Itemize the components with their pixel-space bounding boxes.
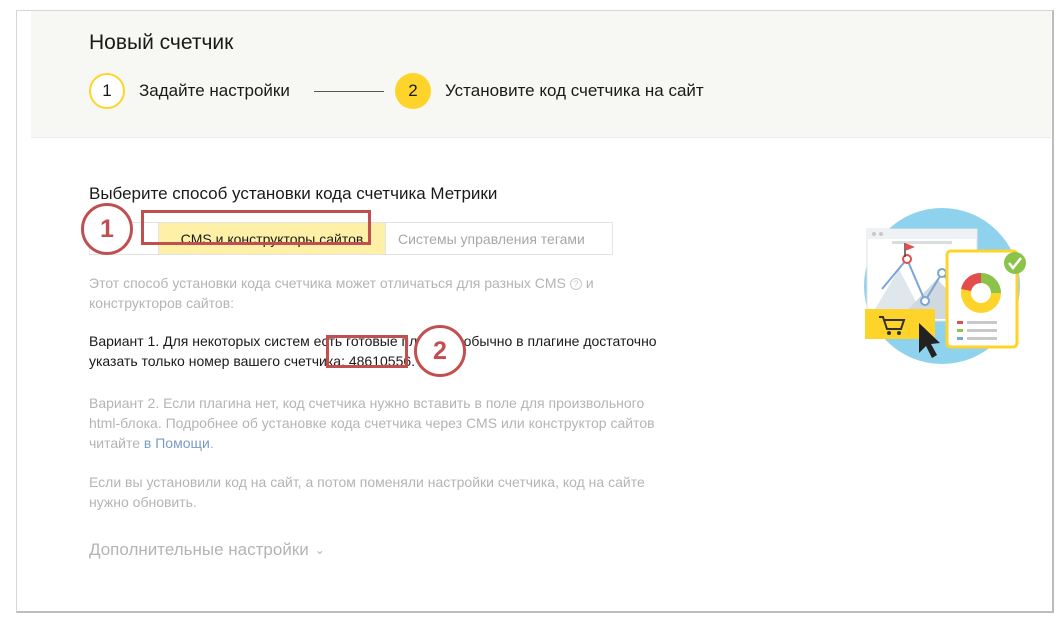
more-settings-toggle[interactable]: Дополнительные настройки ⌄ bbox=[89, 540, 325, 560]
chevron-down-icon: ⌄ bbox=[314, 543, 325, 557]
step-2[interactable]: 2 Установите код счетчика на сайт bbox=[395, 73, 704, 109]
header: Новый счетчик 1 Задайте настройки 2 Уста… bbox=[31, 11, 1051, 138]
step-2-number: 2 bbox=[395, 73, 431, 109]
cms-note: Этот способ установки кода счетчика може… bbox=[89, 273, 679, 313]
highlight-box-2 bbox=[326, 335, 408, 368]
step-1-label: Задайте настройки bbox=[139, 81, 290, 100]
section-title: Выберите способ установки кода счетчика … bbox=[89, 184, 498, 203]
page-title: Новый счетчик bbox=[89, 31, 234, 54]
step-1-number: 1 bbox=[89, 73, 125, 109]
help-link[interactable]: в Помощи bbox=[144, 435, 210, 451]
illustration-svg bbox=[864, 208, 1026, 364]
highlight-box-1 bbox=[141, 210, 371, 245]
step-connector bbox=[314, 91, 384, 92]
variant-2-suffix: . bbox=[209, 435, 214, 451]
tab-tag-managers[interactable]: Системы управления тегами bbox=[386, 223, 612, 254]
reinstall-note: Если вы установили код на сайт, а потом … bbox=[89, 474, 645, 510]
more-settings-label: Дополнительные настройки bbox=[89, 540, 309, 559]
annotation-badge-1: 1 bbox=[81, 203, 133, 255]
cms-note-text: Этот способ установки кода счетчика може… bbox=[89, 275, 566, 291]
variant-2: Вариант 2. Если плагина нет, код счетчик… bbox=[89, 393, 679, 453]
step-1[interactable]: 1 Задайте настройки bbox=[89, 73, 290, 109]
annotation-badge-2: 2 bbox=[414, 325, 466, 377]
help-icon[interactable]: ? bbox=[569, 278, 582, 291]
metrika-illustration bbox=[837, 201, 1037, 371]
step-2-label: Установите код счетчика на сайт bbox=[445, 81, 704, 100]
main-window: Новый счетчик 1 Задайте настройки 2 Уста… bbox=[16, 10, 1054, 613]
